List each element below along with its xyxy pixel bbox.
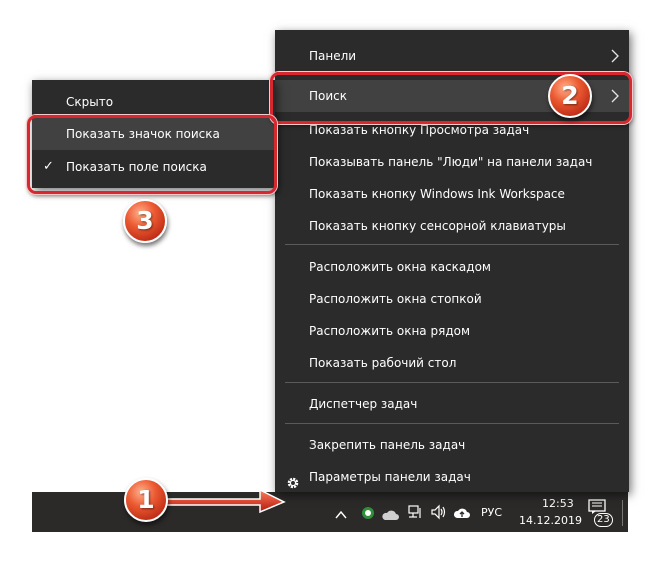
menu-item-label: Панели xyxy=(309,49,357,63)
menu-item-show-desktop[interactable]: Показать рабочий стол xyxy=(275,347,629,379)
highlight-frame-search-options xyxy=(27,115,277,194)
menu-item-label: Показать рабочий стол xyxy=(309,356,457,370)
menu-item-side-by-side-windows[interactable]: Расположить окна рядом xyxy=(275,315,629,347)
volume-icon[interactable] xyxy=(430,504,448,524)
network-icon[interactable] xyxy=(407,504,423,524)
onedrive-icon[interactable] xyxy=(381,506,399,525)
annotation-arrow xyxy=(151,488,286,514)
upload-cloud-icon[interactable] xyxy=(453,505,471,524)
menu-item-label: Расположить окна каскадом xyxy=(309,260,491,274)
menu-item-toolbars[interactable]: Панели xyxy=(275,40,629,72)
menu-separator xyxy=(285,382,619,383)
menu-item-label: Расположить окна рядом xyxy=(309,324,471,338)
menu-separator xyxy=(285,423,619,424)
menu-item-show-touch-keyboard[interactable]: Показать кнопку сенсорной клавиатуры xyxy=(275,210,629,242)
step-badge-1: 1 xyxy=(124,478,168,522)
menu-item-taskbar-settings[interactable]: Параметры панели задач xyxy=(275,461,629,493)
chevron-right-icon xyxy=(611,40,619,74)
menu-item-label: Закрепить панель задач xyxy=(309,438,466,452)
menu-item-label: Расположить окна стопкой xyxy=(309,292,482,306)
input-language-indicator[interactable]: РУС xyxy=(481,506,502,519)
submenu-item-hidden[interactable]: Скрыто xyxy=(32,86,275,118)
notification-count-badge: 23 xyxy=(594,513,613,527)
show-hidden-icons-chevron-icon[interactable] xyxy=(335,505,347,524)
menu-item-label: Параметры панели задач xyxy=(309,470,471,484)
menu-item-cascade-windows[interactable]: Расположить окна каскадом xyxy=(275,251,629,283)
taskbar[interactable]: РУС 12:53 14.12.2019 23 xyxy=(32,492,628,532)
menu-item-label: Показывать панель "Люди" на панели задач xyxy=(309,155,593,169)
step-badge-2: 2 xyxy=(548,74,592,118)
menu-item-lock-taskbar[interactable]: Закрепить панель задач xyxy=(275,429,629,461)
menu-item-stack-windows[interactable]: Расположить окна стопкой xyxy=(275,283,629,315)
clock-time[interactable]: 12:53 xyxy=(542,497,574,510)
menu-item-label: Диспетчер задач xyxy=(309,397,418,411)
menu-item-task-manager[interactable]: Диспетчер задач xyxy=(275,388,629,420)
menu-item-label: Показать кнопку сенсорной клавиатуры xyxy=(309,219,566,233)
tray-app-icon[interactable] xyxy=(361,505,375,524)
submenu-item-label: Скрыто xyxy=(66,95,114,109)
menu-item-show-ink-workspace[interactable]: Показать кнопку Windows Ink Workspace xyxy=(275,178,629,210)
menu-item-label: Показать кнопку Windows Ink Workspace xyxy=(309,187,565,201)
clock-date[interactable]: 14.12.2019 xyxy=(519,514,582,527)
menu-item-show-people[interactable]: Показывать панель "Люди" на панели задач xyxy=(275,146,629,178)
show-desktop-button[interactable] xyxy=(622,500,623,526)
step-badge-3: 3 xyxy=(123,199,167,243)
menu-separator xyxy=(285,244,619,245)
